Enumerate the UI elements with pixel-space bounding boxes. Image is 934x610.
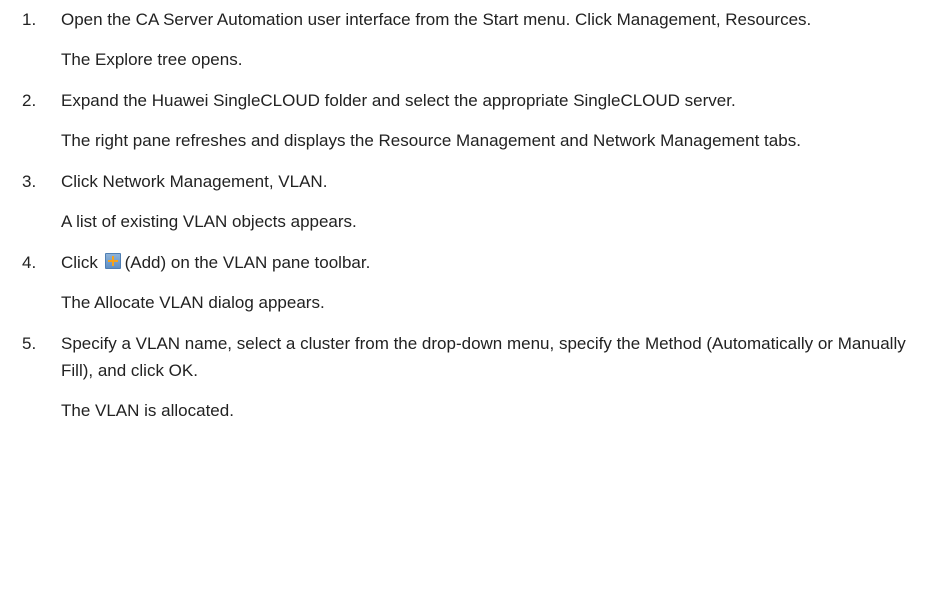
step-body: Open the CA Server Automation user inter…: [61, 6, 914, 73]
step-instruction: Expand the Huawei SingleCLOUD folder and…: [61, 91, 736, 110]
step-instruction: Click (Add) on the VLAN pane toolbar.: [61, 249, 914, 276]
step-body: Click (Add) on the VLAN pane toolbar. Th…: [61, 249, 914, 316]
step-3: 3. Click Network Management, VLAN. A lis…: [10, 168, 914, 235]
step-body: Click Network Management, VLAN. A list o…: [61, 168, 914, 235]
step-number: 5.: [22, 334, 37, 353]
step-instruction: Click Network Management, VLAN.: [61, 172, 328, 191]
procedure-document: 1. Open the CA Server Automation user in…: [0, 0, 934, 610]
step-instruction-suffix: (Add) on the VLAN pane toolbar.: [124, 253, 371, 272]
step-body: Expand the Huawei SingleCLOUD folder and…: [61, 87, 914, 154]
step-number: 3.: [22, 172, 37, 191]
step-result: The Allocate VLAN dialog appears.: [61, 293, 325, 312]
step-2: 2. Expand the Huawei SingleCLOUD folder …: [10, 87, 914, 154]
step-instruction: Open the CA Server Automation user inter…: [61, 10, 812, 29]
step-result: The right pane refreshes and displays th…: [61, 131, 801, 150]
step-body: Specify a VLAN name, select a cluster fr…: [61, 330, 914, 424]
step-result: A list of existing VLAN objects appears.: [61, 212, 357, 231]
add-icon: [104, 253, 121, 269]
step-number: 4.: [22, 253, 37, 272]
step-1: 1. Open the CA Server Automation user in…: [10, 6, 914, 73]
step-4: 4. Click (Add) on the VLAN pane toolbar.…: [10, 249, 914, 316]
step-number: 2.: [22, 91, 37, 110]
step-instruction-prefix: Click: [61, 253, 98, 272]
step-result: The VLAN is allocated.: [61, 401, 234, 420]
step-number: 1.: [22, 10, 37, 29]
step-5: 5. Specify a VLAN name, select a cluster…: [10, 330, 914, 424]
step-result: The Explore tree opens.: [61, 50, 243, 69]
step-instruction: Specify a VLAN name, select a cluster fr…: [61, 334, 906, 380]
